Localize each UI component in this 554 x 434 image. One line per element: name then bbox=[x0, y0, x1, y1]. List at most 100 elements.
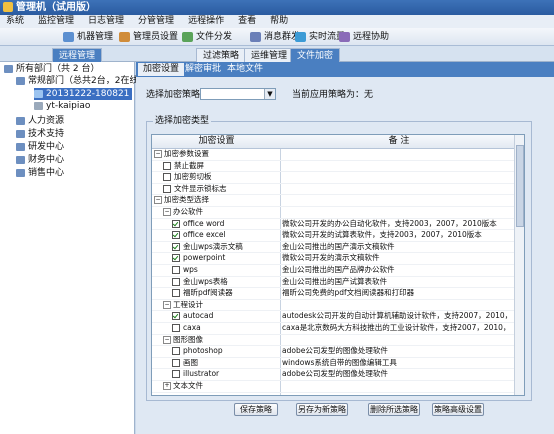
tree-dept-sales[interactable]: 销售中心 bbox=[16, 167, 64, 179]
policy-select-label: 选择加密策略 bbox=[146, 90, 201, 100]
row-checkbox[interactable] bbox=[172, 358, 180, 367]
row-checkbox[interactable] bbox=[172, 289, 180, 298]
delete-policy-button[interactable]: 删除所选策略 bbox=[368, 403, 420, 416]
tree-dept-rd[interactable]: 研发中心 bbox=[16, 141, 64, 153]
menu-help[interactable]: 帮助 bbox=[270, 16, 288, 26]
vertical-scrollbar[interactable] bbox=[514, 135, 524, 395]
row-checkbox[interactable] bbox=[172, 219, 180, 228]
policy-select[interactable]: ▼ bbox=[200, 88, 276, 100]
grid-row[interactable]: − 工程设计 bbox=[152, 300, 517, 312]
grid-row[interactable]: 加密剪切板 bbox=[152, 172, 517, 184]
collapse-icon[interactable]: − bbox=[163, 335, 171, 344]
row-checkbox[interactable] bbox=[172, 277, 180, 286]
grid-row[interactable]: wps 金山公司推出的国产品牌办公软件 bbox=[152, 265, 517, 277]
current-policy-label: 当前应用策略为：无 bbox=[292, 90, 374, 100]
row-checkbox[interactable] bbox=[172, 231, 180, 240]
row-checkbox[interactable] bbox=[172, 312, 180, 321]
row-checkbox[interactable] bbox=[172, 266, 180, 274]
expand-icon[interactable]: + bbox=[163, 382, 171, 390]
row-checkbox[interactable] bbox=[172, 347, 180, 356]
computer-icon bbox=[34, 89, 43, 98]
folder-icon bbox=[16, 76, 25, 85]
menu-remote[interactable]: 远程操作 bbox=[188, 16, 224, 26]
computer-icon bbox=[34, 101, 43, 110]
row-checkbox[interactable] bbox=[163, 161, 171, 170]
row-checkbox[interactable] bbox=[163, 184, 171, 193]
tree-dept-finance[interactable]: 财务中心 bbox=[16, 154, 64, 166]
tab-file-encrypt[interactable]: 文件加密 bbox=[290, 48, 341, 63]
grid-row[interactable]: autocad autodesk公司开发的自动计算机辅助设计软件，支持2007，2… bbox=[152, 311, 517, 323]
grid-row[interactable]: photoshop adobe公司发型的图像处理软件 bbox=[152, 346, 517, 358]
computer-icon bbox=[63, 32, 74, 42]
menu-view[interactable]: 查看 bbox=[238, 16, 256, 26]
menu-branch[interactable]: 分管管理 bbox=[138, 16, 174, 26]
save-as-policy-button[interactable]: 另存为新策略 bbox=[296, 403, 348, 416]
menu-bar: 系统 监控管理 日志管理 分管管理 远程操作 查看 帮助 bbox=[0, 15, 554, 28]
grid-row[interactable]: − 图形图像 bbox=[152, 335, 517, 347]
row-setting: − 加密类型选择 bbox=[152, 195, 280, 206]
tab-local-files[interactable]: 本地文件 bbox=[222, 63, 268, 76]
grid-row[interactable]: 福昕pdf阅读器 福昕公司免费的pdf文档阅读器和打印器 bbox=[152, 288, 517, 300]
row-label: illustrator bbox=[183, 369, 220, 379]
row-label: 福昕pdf阅读器 bbox=[183, 288, 233, 298]
collapse-icon[interactable]: − bbox=[154, 196, 162, 205]
tree-pc-1[interactable]: 20131222-180821 bbox=[34, 88, 133, 100]
row-setting: wps bbox=[152, 265, 298, 276]
machine-manage-button[interactable]: 机器管理 bbox=[62, 30, 117, 44]
folder-icon bbox=[4, 64, 13, 73]
tab-decrypt-approval[interactable]: 解密审批 bbox=[180, 63, 226, 76]
tree-pc-2[interactable]: yt-kaipiao bbox=[34, 100, 90, 112]
row-checkbox[interactable] bbox=[163, 173, 171, 182]
grid-row[interactable]: illustrator adobe公司发型的图像处理软件 bbox=[152, 369, 517, 381]
grid-row[interactable]: + 文本文件 bbox=[152, 381, 517, 393]
folder-icon bbox=[16, 142, 25, 151]
tree-dept-general[interactable]: 常规部门（总共2台，2在线） bbox=[16, 75, 147, 87]
tree-root[interactable]: 所有部门（共 2 台） bbox=[4, 63, 99, 75]
tree-dept-hr[interactable]: 人力资源 bbox=[16, 115, 64, 127]
menu-system[interactable]: 系统 bbox=[6, 16, 24, 26]
grid-row[interactable]: office word 微软公司开发的办公自动化软件，支持2003，2007，20… bbox=[152, 219, 517, 231]
row-checkbox[interactable] bbox=[172, 254, 180, 263]
row-label: powerpoint bbox=[183, 253, 226, 263]
grid-row[interactable]: office excel 微软公司开发的试算表软件，支持2003，2007，201… bbox=[152, 230, 517, 242]
collapse-icon[interactable]: − bbox=[163, 300, 171, 309]
row-setting: powerpoint bbox=[152, 253, 298, 264]
tab-filter-policy[interactable]: 过滤策略 bbox=[196, 48, 247, 63]
grid-row[interactable]: 金山wps表格 金山公司推出的国产试算表软件 bbox=[152, 277, 517, 289]
row-checkbox[interactable] bbox=[172, 242, 180, 251]
grid-row[interactable]: 文件显示锁标志 bbox=[152, 184, 517, 196]
collapse-icon[interactable]: − bbox=[154, 150, 162, 158]
admin-settings-button[interactable]: 管理员设置 bbox=[118, 30, 182, 44]
row-setting: − 图形图像 bbox=[152, 335, 289, 346]
row-setting: illustrator bbox=[152, 369, 298, 380]
save-policy-button[interactable]: 保存策略 bbox=[234, 403, 278, 416]
title-bar: 管理机（试用版） bbox=[0, 0, 554, 15]
remote-assist-button[interactable]: 远程协助 bbox=[338, 30, 393, 44]
row-setting: photoshop bbox=[152, 346, 298, 357]
scrollbar-thumb[interactable] bbox=[516, 145, 524, 227]
grid-row[interactable]: powerpoint 微软公司开发的演示文稿软件 bbox=[152, 253, 517, 265]
row-checkbox[interactable] bbox=[172, 370, 180, 379]
menu-log[interactable]: 日志管理 bbox=[88, 16, 124, 26]
row-checkbox[interactable] bbox=[172, 324, 180, 332]
tree-dept-tech[interactable]: 技术支持 bbox=[16, 128, 64, 140]
grid-row[interactable]: 禁止截屏 bbox=[152, 161, 517, 173]
row-setting: 文件显示锁标志 bbox=[152, 184, 289, 195]
remote-icon bbox=[339, 32, 350, 42]
row-label: 图形图像 bbox=[173, 334, 203, 344]
grid-row[interactable]: − 加密参数设置 bbox=[152, 149, 517, 161]
grid-row[interactable]: 金山wps演示文稿 金山公司推出的国产演示文稿软件 bbox=[152, 242, 517, 254]
row-label: 文件显示锁标志 bbox=[174, 183, 227, 193]
file-distribute-button[interactable]: 文件分发 bbox=[181, 30, 236, 44]
menu-monitor[interactable]: 监控管理 bbox=[38, 16, 74, 26]
advanced-policy-button[interactable]: 策略高级设置 bbox=[432, 403, 484, 416]
tab-ops-manage[interactable]: 运维管理 bbox=[244, 48, 295, 63]
grid-row[interactable]: − 加密类型选择 bbox=[152, 195, 517, 207]
grid-row[interactable]: − 办公软件 bbox=[152, 207, 517, 219]
tab-encrypt-settings[interactable]: 加密设置 bbox=[138, 63, 185, 76]
tab-remote-manage[interactable]: 远程管理 bbox=[52, 48, 103, 63]
grid-row[interactable]: caxa caxa是北京数码大方科技推出的工业设计软件，支持2007，2010，2… bbox=[152, 323, 517, 335]
collapse-icon[interactable]: − bbox=[163, 208, 171, 216]
grid-row[interactable]: 画图 windows系统自带的图像编辑工具 bbox=[152, 358, 517, 370]
row-setting: 金山wps演示文稿 bbox=[152, 242, 298, 253]
